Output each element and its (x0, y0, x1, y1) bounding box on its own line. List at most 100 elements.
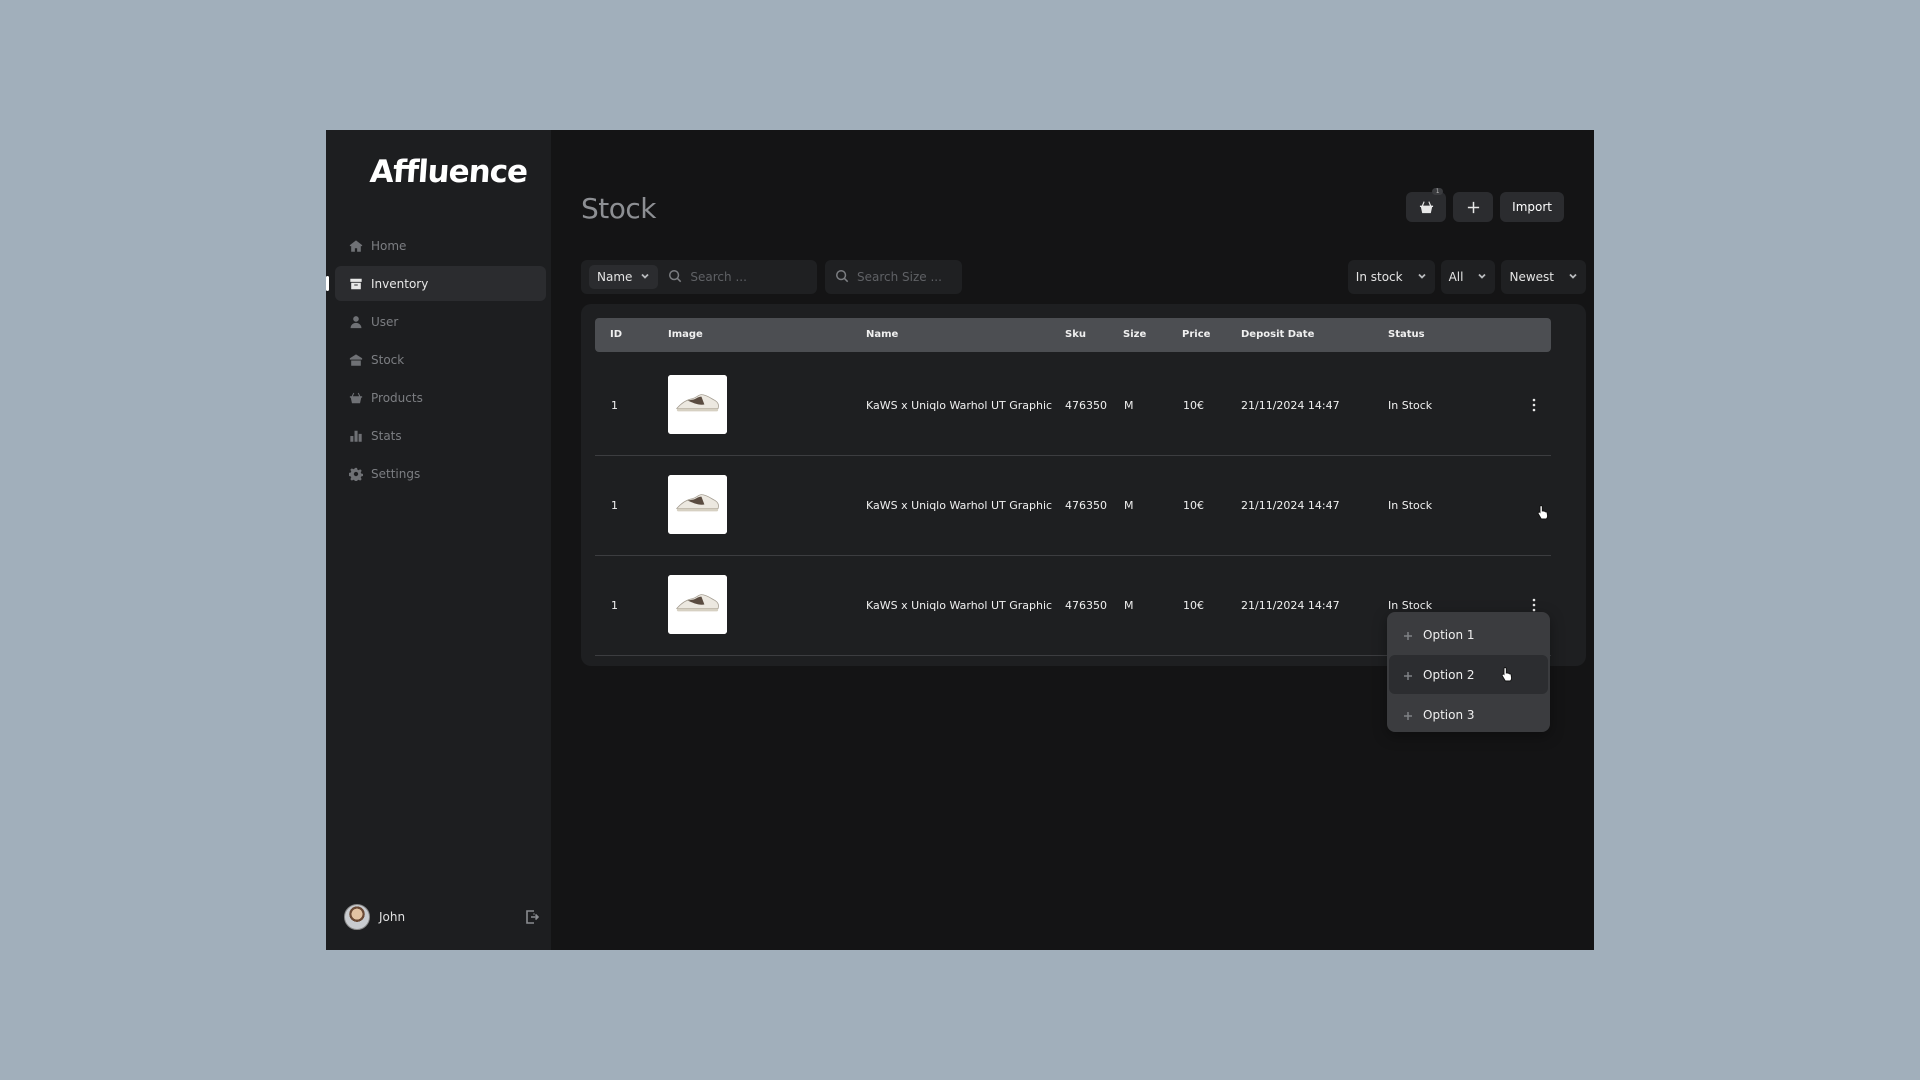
sidebar-nav: Home Inventory User Stock Products Stats… (326, 228, 546, 494)
cell-status: In Stock (1388, 599, 1433, 612)
menu-item-label: Option 1 (1423, 627, 1475, 642)
sort-value: Newest (1509, 270, 1554, 284)
cell-sku: 476350 (1065, 499, 1107, 512)
cell-sku: 476350 (1065, 399, 1107, 412)
logout-icon[interactable] (524, 909, 540, 925)
column-header-name: Name (866, 329, 899, 340)
chevron-down-icon (1568, 270, 1578, 284)
column-header-image: Image (668, 329, 703, 340)
cell-price: 10€ (1183, 499, 1204, 512)
product-image (668, 575, 727, 634)
menu-item-label: Option 3 (1423, 707, 1475, 722)
app-logo: Affluence (368, 154, 529, 190)
cell-size: M (1124, 499, 1134, 512)
settings-icon (349, 467, 363, 481)
sidebar-item-label: Stock (371, 352, 405, 367)
sidebar-item-settings[interactable]: Settings (335, 456, 546, 491)
cell-name: KaWS x Uniqlo Warhol UT Graphic (866, 499, 1053, 512)
sidebar: Affluence Home Inventory User Stock Prod… (326, 130, 551, 950)
column-header-price: Price (1182, 329, 1211, 340)
cell-status: In Stock (1388, 499, 1433, 512)
home-icon (349, 239, 363, 253)
product-image (668, 375, 727, 434)
avatar[interactable] (344, 904, 370, 930)
user-profile: John (344, 902, 540, 932)
sidebar-item-inventory[interactable]: Inventory (326, 266, 546, 301)
filter-bar: Name In stock Al (581, 260, 1586, 294)
cart-button[interactable]: 1 (1406, 188, 1447, 222)
cell-id: 1 (611, 499, 618, 512)
search-icon (835, 268, 849, 287)
sidebar-item-label: Stats (371, 428, 402, 443)
column-header-deposit-date: Deposit Date (1241, 329, 1315, 340)
user-icon (349, 315, 363, 329)
cell-id: 1 (611, 599, 618, 612)
stock-icon (349, 353, 363, 367)
sidebar-item-label: Home (371, 238, 407, 253)
table-row[interactable]: 1 KaWS x Uniqlo Warhol UT Graphic 476350… (595, 356, 1551, 456)
sidebar-item-stock[interactable]: Stock (335, 342, 546, 377)
name-search-group: Name (581, 260, 817, 294)
chevron-down-icon (1417, 270, 1427, 284)
search-input[interactable] (690, 270, 801, 284)
menu-item-option-2[interactable]: Option 2 (1389, 655, 1548, 694)
cell-id: 1 (611, 399, 618, 412)
hand-cursor-icon (1536, 504, 1550, 520)
more-options-icon[interactable] (1529, 396, 1539, 414)
cell-deposit-date: 21/11/2024 14:47 (1241, 399, 1340, 412)
plus-icon (1403, 630, 1413, 640)
cell-price: 10€ (1183, 399, 1204, 412)
sidebar-item-user[interactable]: User (335, 304, 546, 339)
size-search-input[interactable] (857, 270, 952, 284)
cell-name: KaWS x Uniqlo Warhol UT Graphic (866, 599, 1053, 612)
chevron-down-icon (640, 270, 650, 284)
cell-size: M (1124, 399, 1134, 412)
sidebar-item-products[interactable]: Products (335, 380, 546, 415)
inventory-icon (349, 277, 363, 291)
plus-icon (1403, 710, 1413, 720)
menu-item-label: Option 2 (1423, 667, 1475, 682)
cart-badge: 1 (1432, 188, 1444, 195)
sort-dropdown[interactable]: Newest (1501, 260, 1586, 294)
top-actions: 1 Import (1406, 188, 1564, 222)
hand-cursor-icon (1500, 666, 1514, 682)
stock-filter-dropdown[interactable]: In stock (1347, 260, 1435, 294)
category-filter-value: All (1448, 270, 1464, 284)
category-filter-dropdown[interactable]: All (1440, 260, 1496, 294)
cell-price: 10€ (1183, 599, 1204, 612)
column-header-sku: Sku (1065, 329, 1086, 340)
import-button[interactable]: Import (1500, 192, 1564, 222)
cell-sku: 476350 (1065, 599, 1107, 612)
search-field-value: Name (597, 270, 633, 284)
plus-icon (1403, 670, 1413, 680)
sidebar-item-home[interactable]: Home (335, 228, 546, 263)
sidebar-item-stats[interactable]: Stats (335, 418, 546, 453)
sidebar-item-label: Products (371, 390, 423, 405)
size-search-group (825, 260, 962, 294)
plus-icon (1467, 201, 1479, 213)
column-header-id: ID (610, 329, 623, 340)
basket-icon (1419, 200, 1433, 213)
product-image (668, 475, 727, 534)
sidebar-item-label: User (371, 314, 399, 329)
page-title: Stock (581, 192, 657, 225)
cell-size: M (1124, 599, 1134, 612)
cell-name: KaWS x Uniqlo Warhol UT Graphic (866, 399, 1053, 412)
row-options-menu: Option 1 Option 2 Option 3 (1387, 612, 1550, 732)
table-row[interactable]: 1 KaWS x Uniqlo Warhol UT Graphic 476350… (595, 456, 1551, 556)
main-content: Stock 1 Import Name Search ... Search Si… (551, 130, 1594, 950)
stats-icon (349, 429, 363, 443)
column-header-status: Status (1388, 329, 1425, 340)
table-header: ID Image Name Sku Size Price Deposit Dat… (595, 318, 1551, 352)
user-name: John (379, 910, 406, 924)
search-icon (668, 268, 682, 287)
menu-item-option-3[interactable]: Option 3 (1389, 695, 1548, 734)
add-button[interactable] (1453, 192, 1494, 222)
column-header-size: Size (1123, 329, 1147, 340)
sidebar-item-label: Inventory (371, 276, 429, 291)
search-field-select[interactable]: Name (589, 265, 659, 289)
filter-dropdowns: In stock All Newest (1347, 260, 1586, 294)
cell-deposit-date: 21/11/2024 14:47 (1241, 499, 1340, 512)
menu-item-option-1[interactable]: Option 1 (1389, 615, 1548, 654)
products-icon (349, 391, 363, 405)
